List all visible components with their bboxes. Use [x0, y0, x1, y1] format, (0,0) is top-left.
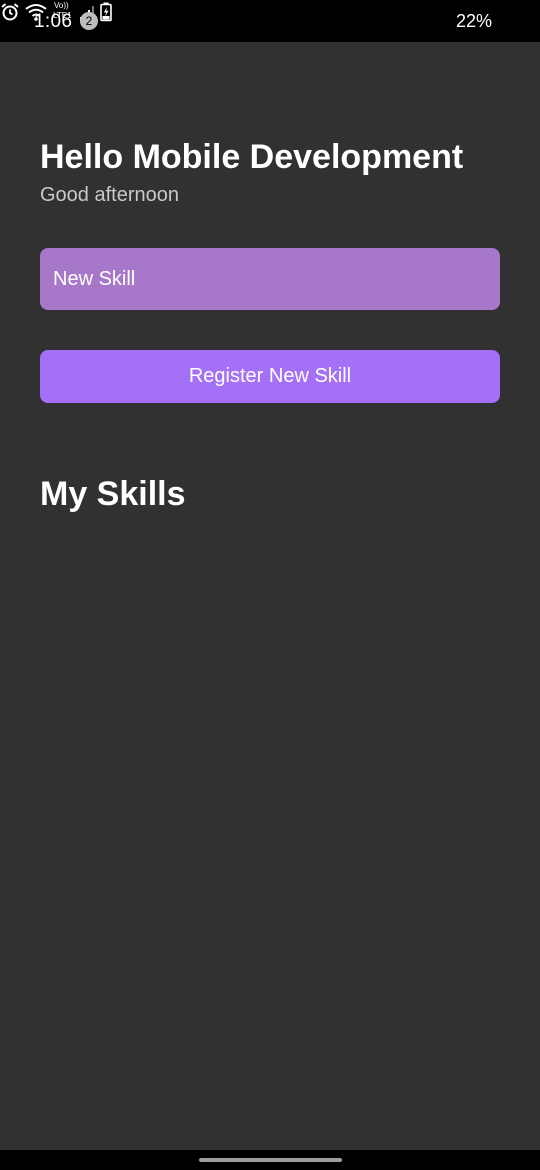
status-bar: 1:06 2 Vo)) LTE1 22%: [0, 0, 540, 42]
alarm-icon: [1, 3, 19, 21]
notification-count-badge: 2: [80, 12, 98, 30]
greeting-subtitle: Good afternoon: [40, 184, 179, 206]
status-time: 1:06: [34, 11, 73, 32]
battery-charging-icon: [100, 2, 112, 22]
svg-text:Vo)): Vo)): [54, 1, 69, 10]
navigation-bar: [0, 1150, 540, 1170]
app-screen: Hello Mobile Development Good afternoon …: [0, 42, 540, 1150]
page-title: Hello Mobile Development: [40, 138, 464, 176]
my-skills-title: My Skills: [40, 475, 186, 513]
battery-percent: 22%: [456, 11, 493, 31]
home-indicator[interactable]: [199, 1158, 342, 1162]
new-skill-input[interactable]: [40, 248, 500, 310]
register-new-skill-button[interactable]: Register New Skill: [40, 350, 500, 403]
skills-list: [40, 532, 500, 1092]
